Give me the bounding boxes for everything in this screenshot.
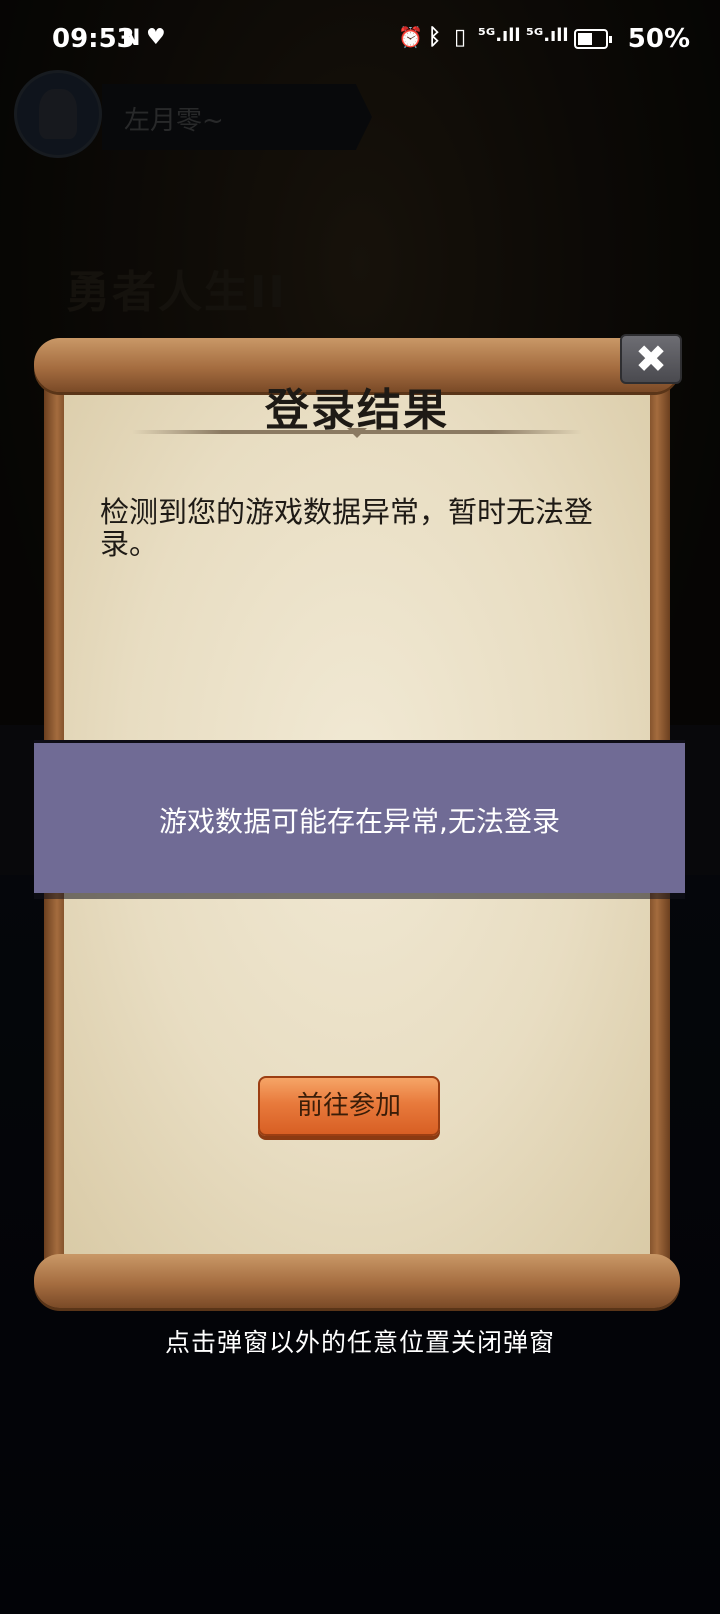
bluetooth-icon: ᛒ	[428, 25, 442, 50]
toast-text: 游戏数据可能存在异常,无法登录	[159, 805, 560, 838]
dialog-message: 检测到您的游戏数据异常，暂时无法登录。	[100, 495, 594, 561]
error-toast: 游戏数据可能存在异常,无法登录	[34, 740, 685, 893]
scroll-roll-bottom	[34, 1254, 680, 1308]
signal-icon-2: ⁵ᴳ.ıll	[526, 25, 569, 46]
join-button[interactable]: 前往参加	[258, 1076, 440, 1136]
battery-icon	[574, 29, 612, 49]
signal-icon-1: ⁵ᴳ.ıll	[478, 25, 521, 46]
heart-icon: ♥	[146, 25, 166, 50]
battery-percent: 50%	[627, 24, 690, 54]
vibrate-icon: ▯	[454, 25, 467, 50]
status-bar: 09:53 N ♥ ⏰ ᛒ ▯ ⁵ᴳ.ıll ⁵ᴳ.ıll 50%	[0, 0, 720, 80]
close-hint: 点击弹窗以外的任意位置关闭弹窗	[164, 1328, 555, 1357]
divider-notch	[347, 428, 367, 438]
nfc-icon: N	[122, 26, 141, 51]
battery-fill	[578, 33, 592, 45]
alarm-icon: ⏰	[398, 25, 423, 49]
